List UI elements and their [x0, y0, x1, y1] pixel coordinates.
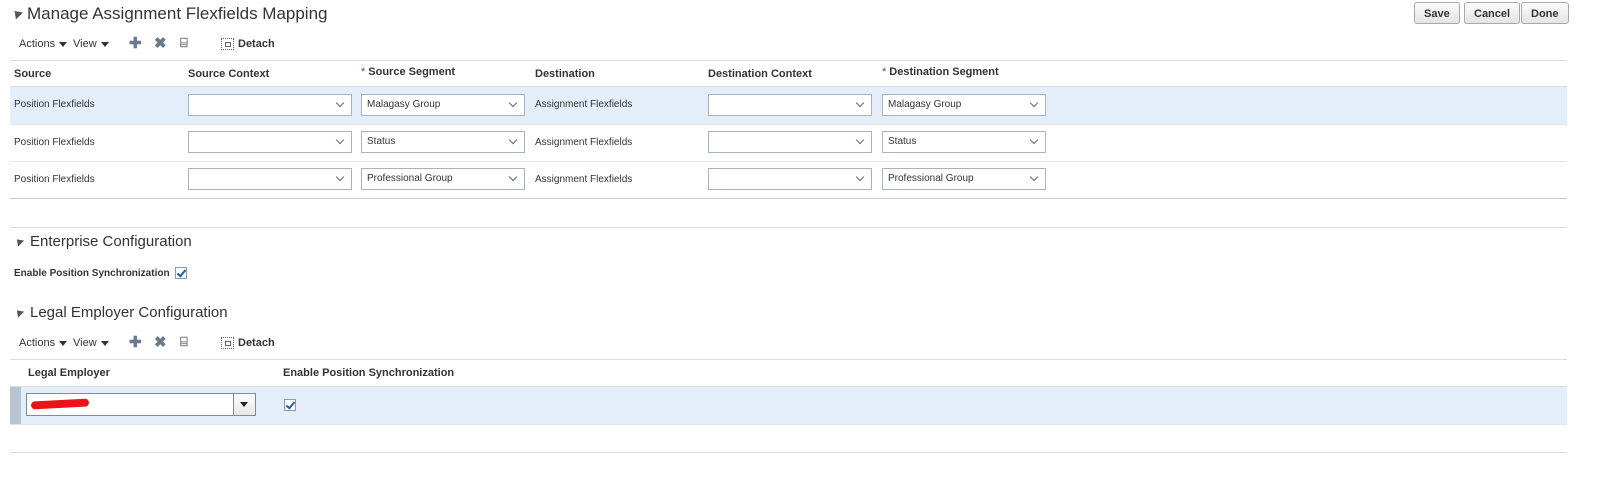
actions-label: Actions — [19, 38, 56, 50]
detach-icon[interactable] — [221, 38, 234, 50]
source-segment-select[interactable]: Status — [361, 131, 525, 153]
add-icon[interactable]: ✚ — [129, 36, 142, 52]
col-source-context[interactable]: Source Context — [188, 68, 269, 80]
dropdown-button[interactable] — [233, 394, 255, 415]
actions-menu[interactable]: Actions — [19, 337, 68, 349]
collapse-triangle-icon[interactable] — [13, 307, 25, 318]
table-row[interactable] — [10, 387, 1567, 425]
col-destination[interactable]: Destination — [535, 68, 595, 80]
source-context-select[interactable] — [188, 131, 352, 153]
chevron-down-icon — [1029, 135, 1039, 145]
chevron-down-icon — [100, 41, 109, 47]
destination-segment-value: Malagasy Group — [888, 99, 962, 110]
chevron-down-icon — [335, 98, 345, 108]
destination-segment-value: Status — [888, 136, 917, 147]
page-title: Manage Assignment Flexfields Mapping — [27, 4, 328, 23]
enable-sync-checkbox[interactable] — [284, 399, 296, 411]
chevron-down-icon — [1029, 98, 1039, 108]
chevron-down-icon — [855, 98, 865, 108]
destination-segment-select[interactable]: Status — [882, 131, 1046, 153]
collapse-triangle-icon[interactable] — [13, 236, 25, 247]
table-top-border — [10, 60, 1567, 61]
legal-employer-combobox[interactable] — [26, 393, 256, 416]
destination-segment-value: Professional Group — [888, 173, 974, 184]
delete-icon[interactable]: ✖ — [154, 335, 167, 351]
chevron-down-icon — [100, 340, 109, 346]
destination-context-select[interactable] — [708, 94, 872, 116]
col-source[interactable]: Source — [14, 68, 51, 80]
add-icon[interactable]: ✚ — [129, 335, 142, 351]
destination-context-select[interactable] — [708, 168, 872, 190]
save-button[interactable]: Save — [1414, 2, 1460, 24]
destination-segment-select[interactable]: Malagasy Group — [882, 94, 1046, 116]
chevron-down-icon — [855, 172, 865, 182]
destination-context-select[interactable] — [708, 131, 872, 153]
redaction-mark — [30, 398, 90, 410]
freeze-icon[interactable]: ⌸ — [180, 35, 188, 51]
collapse-triangle-icon[interactable] — [10, 7, 24, 20]
enable-sync-label: Enable Position Synchronization — [14, 268, 170, 279]
chevron-down-icon — [855, 135, 865, 145]
view-label: View — [73, 38, 97, 50]
delete-icon[interactable]: ✖ — [154, 36, 167, 52]
view-label: View — [73, 337, 97, 349]
actions-label: Actions — [19, 337, 56, 349]
col-destination-context[interactable]: Destination Context — [708, 68, 812, 80]
chevron-down-icon — [335, 172, 345, 182]
table-bottom-border — [10, 198, 1567, 199]
chevron-down-icon — [508, 98, 518, 108]
col-destination-segment[interactable]: * Destination Segment — [882, 66, 999, 78]
chevron-down-icon — [59, 41, 68, 47]
required-marker: * — [882, 66, 887, 78]
chevron-down-icon — [508, 135, 518, 145]
col-legal-employer[interactable]: Legal Employer — [28, 367, 110, 379]
freeze-icon[interactable]: ⌸ — [180, 334, 188, 350]
table-row[interactable]: Position Flexfields Malagasy Group Assig… — [10, 87, 1567, 125]
source-context-select[interactable] — [188, 168, 352, 190]
table-top-border — [10, 359, 1567, 360]
source-cell: Position Flexfields — [14, 99, 95, 110]
table-row[interactable]: Position Flexfields Professional Group A… — [10, 161, 1567, 199]
destination-segment-select[interactable]: Professional Group — [882, 168, 1046, 190]
detach-button[interactable]: Detach — [238, 337, 275, 349]
cancel-button[interactable]: Cancel — [1464, 2, 1521, 24]
chevron-down-icon — [59, 340, 68, 346]
enable-sync-checkbox[interactable] — [175, 267, 187, 279]
source-segment-value: Status — [367, 136, 396, 147]
destination-cell: Assignment Flexfields — [535, 99, 633, 110]
enterprise-section-title: Enterprise Configuration — [30, 233, 192, 250]
source-context-select[interactable] — [188, 94, 352, 116]
source-segment-value: Professional Group — [367, 173, 453, 184]
chevron-down-icon — [508, 172, 518, 182]
chevron-down-icon — [335, 135, 345, 145]
view-menu[interactable]: View — [73, 38, 109, 50]
source-segment-value: Malagasy Group — [367, 99, 441, 110]
source-segment-select[interactable]: Professional Group — [361, 168, 525, 190]
col-destination-segment-label: Destination Segment — [889, 66, 999, 78]
col-source-segment[interactable]: * Source Segment — [361, 66, 455, 78]
view-menu[interactable]: View — [73, 337, 109, 349]
done-button[interactable]: Done — [1521, 2, 1569, 24]
destination-cell: Assignment Flexfields — [535, 174, 633, 185]
required-marker: * — [361, 66, 366, 78]
legal-employer-section-title: Legal Employer Configuration — [30, 304, 228, 321]
actions-menu[interactable]: Actions — [19, 38, 68, 50]
source-cell: Position Flexfields — [14, 174, 95, 185]
detach-button[interactable]: Detach — [238, 38, 275, 50]
source-cell: Position Flexfields — [14, 137, 95, 148]
col-enable-sync[interactable]: Enable Position Synchronization — [283, 367, 454, 379]
chevron-down-icon — [1029, 172, 1039, 182]
col-source-segment-label: Source Segment — [368, 66, 456, 78]
section-divider — [10, 227, 1567, 228]
source-segment-select[interactable]: Malagasy Group — [361, 94, 525, 116]
row-selector[interactable] — [10, 387, 21, 424]
destination-cell: Assignment Flexfields — [535, 137, 633, 148]
table-row[interactable]: Position Flexfields Status Assignment Fl… — [10, 124, 1567, 162]
section-bottom-border — [10, 452, 1567, 453]
detach-icon[interactable] — [221, 337, 234, 349]
